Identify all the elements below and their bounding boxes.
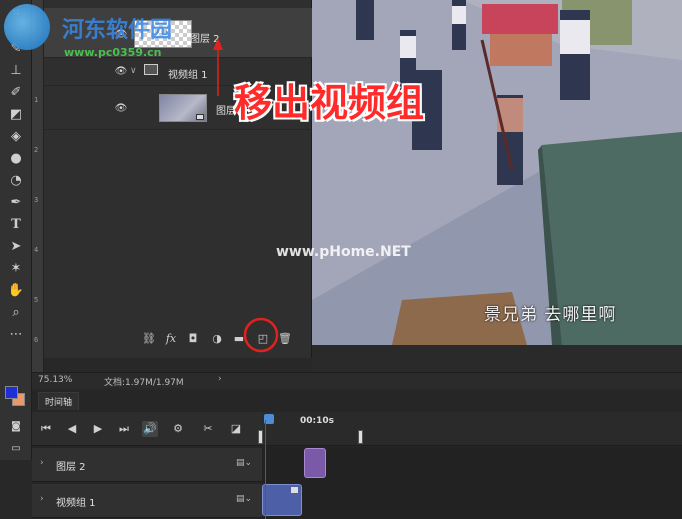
audio-icon[interactable]: 🔊: [142, 421, 158, 437]
work-area-end-handle[interactable]: [358, 430, 363, 444]
time-marker-label: 00:10s: [300, 416, 335, 426]
prev-frame-icon[interactable]: ◀: [64, 421, 80, 437]
track-label: 视频组 1: [56, 498, 96, 509]
clip-video-group[interactable]: [262, 484, 302, 516]
clip-layer2[interactable]: [304, 448, 326, 478]
chevron-right-icon[interactable]: ›: [40, 458, 44, 468]
timeline-ruler[interactable]: 00:10s: [258, 412, 682, 446]
tab-timeline[interactable]: 时间轴: [38, 392, 80, 410]
play-icon[interactable]: ▶: [90, 421, 106, 437]
timeline-controls: ⏮ ◀ ▶ ⏭ 🔊 ⚙ ✂ ◪: [32, 412, 262, 446]
film-menu-icon[interactable]: ▤⌄: [236, 458, 252, 468]
status-bar: 75.13% 文档:1.97M/1.97M ›: [32, 372, 682, 388]
split-scissors-icon[interactable]: ✂: [200, 421, 216, 437]
track-row-video-group[interactable]: › 视频组 1 ▤⌄: [32, 484, 262, 518]
film-menu-icon[interactable]: ▤⌄: [236, 494, 252, 504]
track-label: 图层 2: [56, 462, 86, 473]
work-area-start-handle[interactable]: [258, 430, 263, 444]
chevron-right-icon[interactable]: ›: [218, 374, 222, 384]
callout-text: 移出视频组: [234, 81, 425, 125]
playhead-line: [265, 420, 266, 519]
zoom-level[interactable]: 75.13%: [38, 375, 72, 385]
track-row-layer2[interactable]: › 图层 2 ▤⌄: [32, 448, 262, 482]
settings-gear-icon[interactable]: ⚙: [170, 421, 186, 437]
video-badge-icon: [291, 487, 298, 493]
timeline-panel: 时间轴 ⏮ ◀ ▶ ⏭ 🔊 ⚙ ✂ ◪ 00:10s › 图层 2 ▤⌄ › 视…: [32, 390, 682, 519]
chevron-right-icon[interactable]: ›: [40, 494, 44, 504]
transition-icon[interactable]: ◪: [228, 421, 244, 437]
next-frame-icon[interactable]: ⏭: [116, 421, 132, 437]
first-frame-icon[interactable]: ⏮: [38, 421, 54, 437]
foreground-color-swatch[interactable]: [5, 386, 18, 399]
document-info[interactable]: 文档:1.97M/1.97M: [104, 375, 184, 388]
